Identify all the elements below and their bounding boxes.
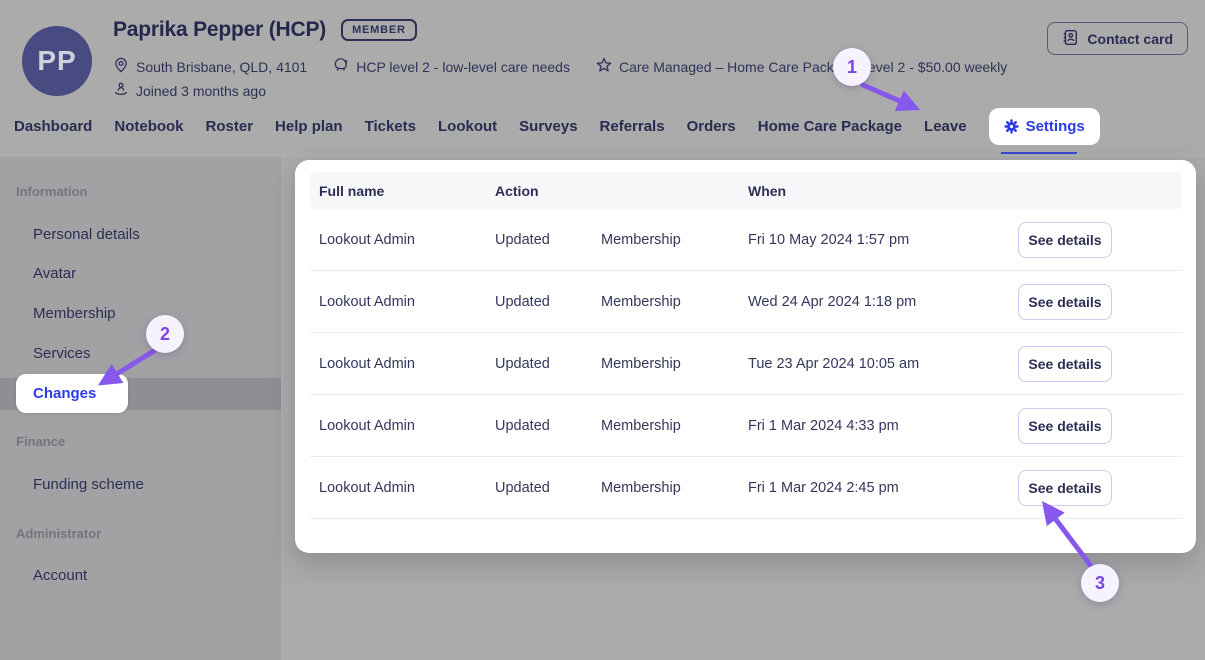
cell-when: Fri 1 Mar 2024 4:33 pm — [748, 418, 1018, 434]
cell-action: Updated — [495, 480, 601, 496]
page-title: Paprika Pepper (HCP) — [113, 18, 326, 42]
column-header-when: When — [748, 183, 1018, 199]
table-row: Lookout Admin Updated Membership Wed 24 … — [310, 271, 1182, 333]
tab-settings-label: Settings — [1026, 118, 1085, 135]
annotation-step-3: 3 — [1081, 564, 1119, 602]
sidebar-item-changes-label: Changes — [33, 385, 96, 402]
tab-dashboard[interactable]: Dashboard — [14, 118, 92, 135]
tab-home-care-package[interactable]: Home Care Package — [758, 118, 902, 135]
contact-card-label: Contact card — [1087, 31, 1173, 47]
changes-panel: Full name Action When Lookout Admin Upda… — [295, 160, 1196, 553]
location-pin-icon — [113, 57, 129, 76]
tab-notebook[interactable]: Notebook — [114, 118, 183, 135]
see-details-button[interactable]: See details — [1018, 346, 1112, 382]
tab-tickets[interactable]: Tickets — [365, 118, 416, 135]
changes-table: Lookout Admin Updated Membership Fri 10 … — [310, 209, 1182, 519]
cell-action: Updated — [495, 294, 601, 310]
cell-full-name: Lookout Admin — [319, 232, 495, 248]
column-header-full-name: Full name — [319, 183, 495, 199]
table-row: Lookout Admin Updated Membership Fri 1 M… — [310, 395, 1182, 457]
cell-target: Membership — [601, 480, 748, 496]
sidebar-item-funding-scheme[interactable]: Funding scheme — [33, 476, 144, 493]
table-row: Lookout Admin Updated Membership Fri 1 M… — [310, 457, 1182, 519]
profile-header: Paprika Pepper (HCP) MEMBER — [113, 18, 417, 42]
tab-referrals[interactable]: Referrals — [600, 118, 665, 135]
page: PP Paprika Pepper (HCP) MEMBER South Bri… — [0, 0, 1205, 660]
table-header-row: Full name Action When — [310, 172, 1182, 209]
care-level-info: HCP level 2 - low-level care needs — [333, 57, 570, 76]
sidebar-item-account[interactable]: Account — [33, 567, 87, 584]
tab-leave[interactable]: Leave — [924, 118, 967, 135]
cell-when: Fri 1 Mar 2024 2:45 pm — [748, 480, 1018, 496]
sidebar-item-services[interactable]: Services — [33, 345, 91, 362]
star-icon — [596, 57, 612, 76]
see-details-button[interactable]: See details — [1018, 470, 1112, 506]
care-level-text: HCP level 2 - low-level care needs — [356, 59, 570, 75]
tab-lookout[interactable]: Lookout — [438, 118, 497, 135]
tab-surveys[interactable]: Surveys — [519, 118, 577, 135]
location-info: South Brisbane, QLD, 4101 — [113, 57, 307, 76]
cell-action: Updated — [495, 418, 601, 434]
tab-help-plan[interactable]: Help plan — [275, 118, 343, 135]
cell-when: Wed 24 Apr 2024 1:18 pm — [748, 294, 1018, 310]
tab-roster[interactable]: Roster — [206, 118, 254, 135]
tab-orders[interactable]: Orders — [687, 118, 736, 135]
member-badge: MEMBER — [341, 19, 417, 41]
table-row: Lookout Admin Updated Membership Fri 10 … — [310, 209, 1182, 271]
see-details-button[interactable]: See details — [1018, 284, 1112, 320]
tab-settings[interactable]: Settings — [989, 108, 1100, 145]
column-header-action: Action — [495, 183, 601, 199]
cell-full-name: Lookout Admin — [319, 418, 495, 434]
sidebar-section-information: Information — [16, 184, 88, 199]
avatar: PP — [22, 26, 92, 96]
table-row: Lookout Admin Updated Membership Tue 23 … — [310, 333, 1182, 395]
sidebar-item-membership[interactable]: Membership — [33, 305, 116, 322]
cell-action: Updated — [495, 232, 601, 248]
cell-target: Membership — [601, 232, 748, 248]
annotation-step-2: 2 — [146, 315, 184, 353]
contact-card-button[interactable]: Contact card — [1047, 22, 1188, 55]
gear-icon — [1004, 119, 1019, 134]
annotation-step-2-number: 2 — [160, 324, 170, 345]
annotation-step-1: 1 — [833, 48, 871, 86]
sidebar-section-administrator: Administrator — [16, 526, 101, 541]
annotation-step-3-number: 3 — [1095, 573, 1105, 594]
cell-target: Membership — [601, 294, 748, 310]
annotation-arrow-1 — [863, 85, 902, 102]
cell-target: Membership — [601, 418, 748, 434]
cell-when: Tue 23 Apr 2024 10:05 am — [748, 356, 1018, 372]
contact-card-icon — [1062, 29, 1079, 49]
annotation-step-1-number: 1 — [847, 57, 857, 78]
piggy-bank-icon — [333, 57, 349, 76]
cell-when: Fri 10 May 2024 1:57 pm — [748, 232, 1018, 248]
sidebar-section-finance: Finance — [16, 434, 65, 449]
cell-action: Updated — [495, 356, 601, 372]
package-text: Care Managed – Home Care Package, level … — [619, 59, 1007, 75]
location-text: South Brisbane, QLD, 4101 — [136, 59, 307, 75]
cell-target: Membership — [601, 356, 748, 372]
see-details-button[interactable]: See details — [1018, 408, 1112, 444]
profile-tabs: Dashboard Notebook Roster Help plan Tick… — [14, 106, 1100, 146]
package-info: Care Managed – Home Care Package, level … — [596, 57, 1007, 76]
cell-full-name: Lookout Admin — [319, 356, 495, 372]
profile-meta-row: South Brisbane, QLD, 4101 HCP level 2 - … — [113, 57, 1007, 76]
sidebar-item-avatar[interactable]: Avatar — [33, 265, 76, 282]
joined-info: Joined 3 months ago — [113, 81, 266, 100]
sidebar-item-personal-details[interactable]: Personal details — [33, 226, 140, 243]
cell-full-name: Lookout Admin — [319, 294, 495, 310]
joined-row: Joined 3 months ago — [113, 81, 266, 100]
cell-full-name: Lookout Admin — [319, 480, 495, 496]
joined-text: Joined 3 months ago — [136, 83, 266, 99]
sidebar-item-changes[interactable]: Changes — [16, 374, 128, 413]
see-details-button[interactable]: See details — [1018, 222, 1112, 258]
joined-member-icon — [113, 81, 129, 100]
